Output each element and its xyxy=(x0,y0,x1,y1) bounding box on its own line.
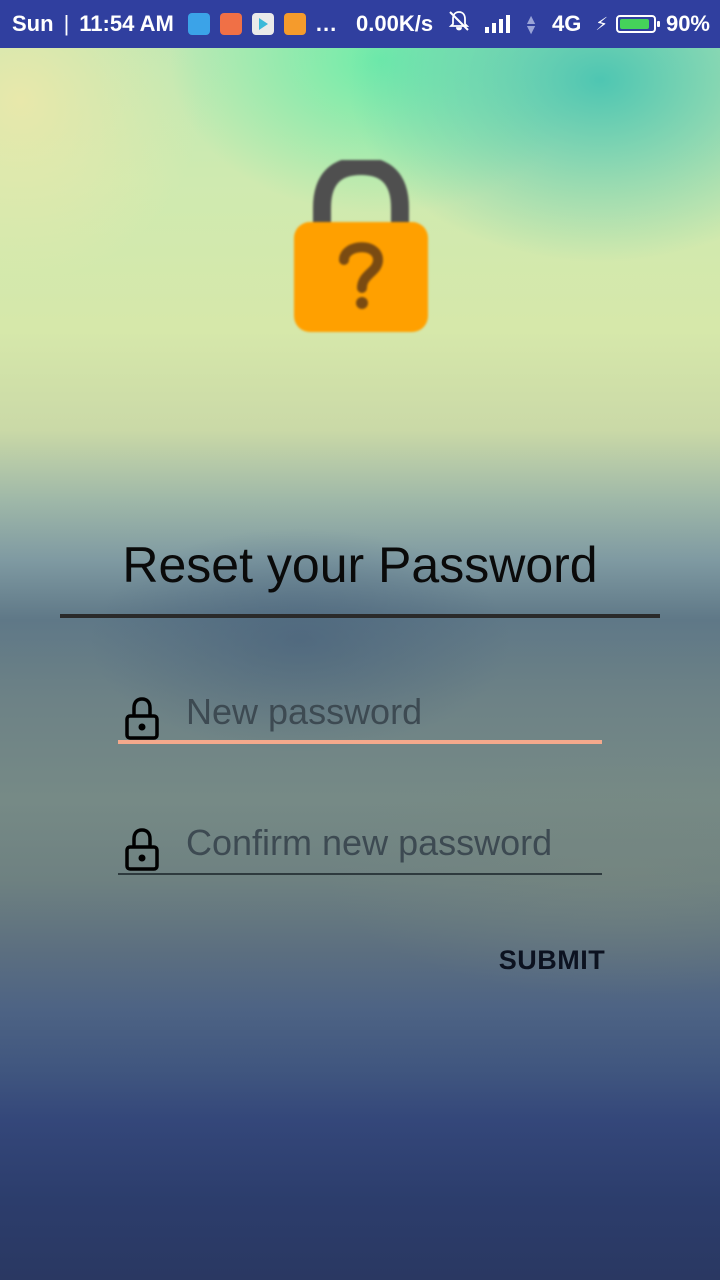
charging-icon: ⚡ xyxy=(595,13,608,34)
submit-button[interactable]: SUBMIT xyxy=(480,938,624,982)
battery-fill xyxy=(619,19,649,29)
data-arrows-icon: ▲ ▼ xyxy=(524,11,538,37)
play-store-icon xyxy=(251,13,274,35)
status-bar: Sun | 11:54 AM ... 0.00K/s ▲ ▼ 4G ⚡ 90% xyxy=(0,0,720,48)
new-password-input[interactable] xyxy=(186,684,602,740)
confirm-password-underline xyxy=(118,873,602,875)
battery-icon xyxy=(615,15,660,33)
shopping-app-icon xyxy=(283,13,306,35)
lock-icon xyxy=(125,697,159,740)
confirm-password-input[interactable] xyxy=(186,815,602,871)
status-time: 11:54 AM xyxy=(79,11,174,36)
status-separator: | xyxy=(63,11,70,36)
page-title: Reset your Password xyxy=(122,537,598,593)
status-day: Sun xyxy=(12,11,54,36)
title-divider xyxy=(60,614,660,618)
lock-question-icon xyxy=(294,160,428,332)
net-speed: 0.00K/s xyxy=(356,11,434,36)
usb-icon xyxy=(187,13,210,35)
lock-icon xyxy=(125,828,159,871)
battery-percent: 90% xyxy=(665,11,710,36)
network-type: 4G xyxy=(551,11,582,36)
new-password-field xyxy=(118,684,602,744)
new-password-underline xyxy=(118,740,602,744)
signal-icon xyxy=(485,15,511,33)
bell-off-icon xyxy=(447,9,471,39)
mi-app-icon xyxy=(219,13,242,35)
more-notifications: ... xyxy=(315,11,338,36)
confirm-password-field xyxy=(118,815,602,875)
